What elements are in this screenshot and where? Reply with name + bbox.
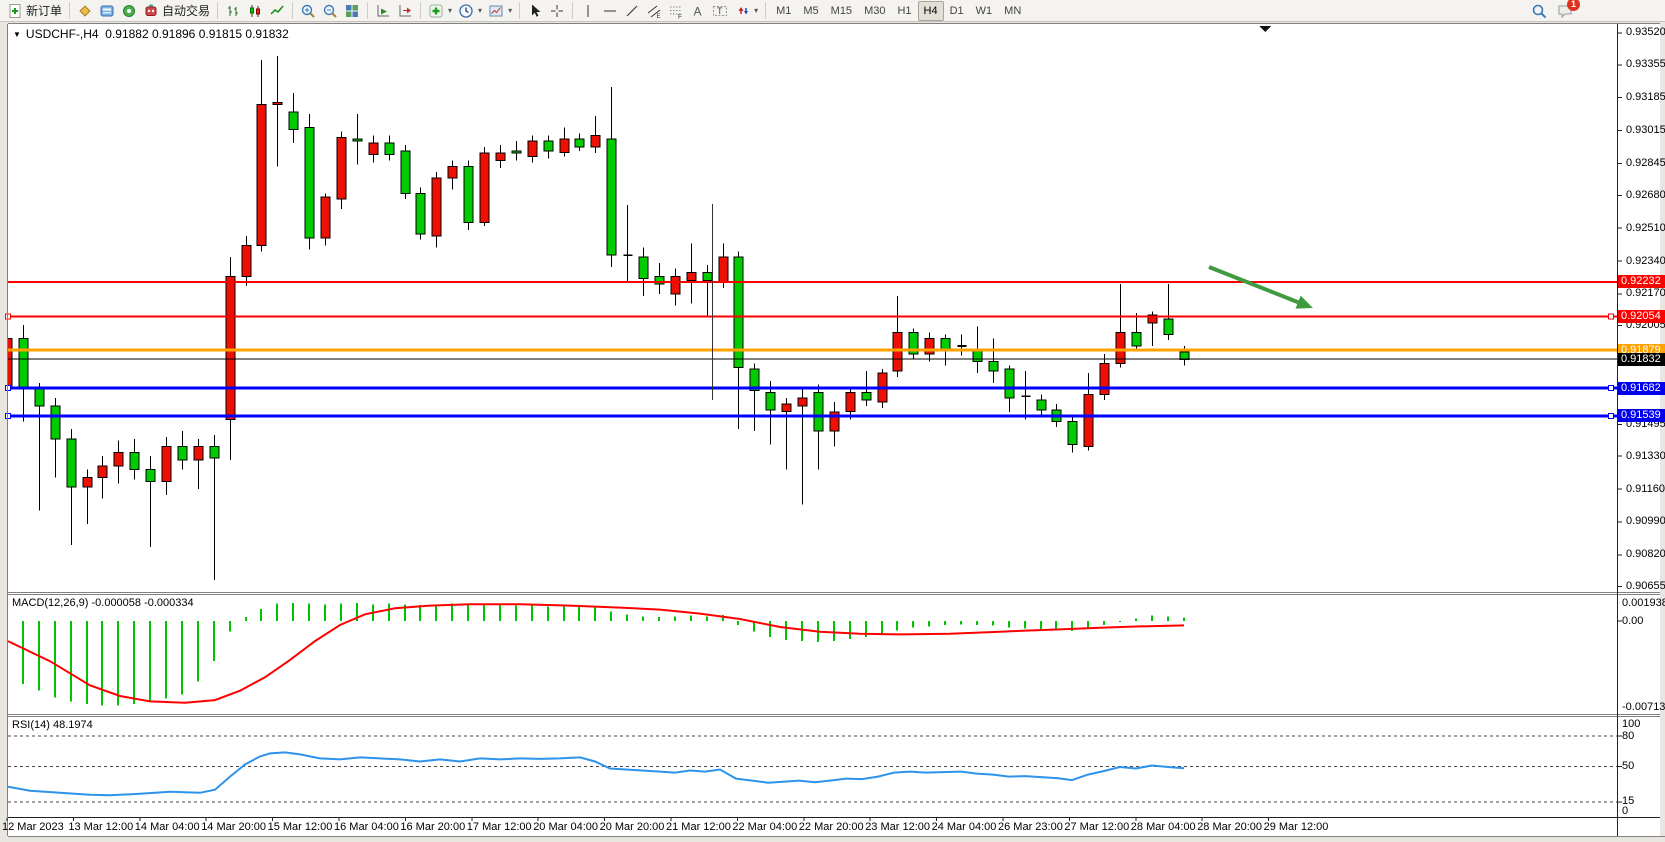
- time-axis-label: 26 Mar 23:00: [998, 821, 1063, 833]
- level-price-badge: 0.92054: [1618, 310, 1665, 323]
- time-axis-label: 24 Mar 04:00: [932, 821, 997, 833]
- chart-title: ▼ USDCHF-,H4 0.91882 0.91896 0.91815 0.91…: [13, 27, 289, 41]
- time-axis-label: 22 Mar 04:00: [732, 821, 797, 833]
- time-axis-label: 14 Mar 20:00: [201, 821, 266, 833]
- time-axis-label: 22 Mar 20:00: [799, 821, 864, 833]
- time-axis-label: 20 Mar 20:00: [600, 821, 665, 833]
- mt4-window: 新订单 自动交易: [0, 0, 1665, 842]
- current-price-badge: 0.91832: [1618, 353, 1665, 366]
- chart-symbol-period: USDCHF-,H4: [26, 27, 99, 41]
- time-axis-label: 28 Mar 04:00: [1131, 821, 1196, 833]
- time-axis-label: 27 Mar 12:00: [1064, 821, 1129, 833]
- price-tick-label: 0.91160: [1626, 483, 1665, 496]
- macd-indicator-label: MACD(12,26,9) -0.000058 -0.000334: [12, 597, 194, 609]
- time-axis-label: 14 Mar 04:00: [135, 821, 200, 833]
- time-axis-label: 17 Mar 12:00: [467, 821, 532, 833]
- time-axis-label: 16 Mar 20:00: [400, 821, 465, 833]
- price-tick-label: 0.92845: [1626, 157, 1665, 170]
- level-price-badge: 0.91682: [1618, 382, 1665, 395]
- price-tick-label: 0.93355: [1626, 58, 1665, 71]
- rsi-axis-label: 80: [1622, 730, 1634, 743]
- chevron-down-icon: ▼: [13, 30, 21, 39]
- time-axis-label: 28 Mar 20:00: [1197, 821, 1262, 833]
- macd-axis-label: 0.00: [1622, 615, 1643, 628]
- time-axis-label: 21 Mar 12:00: [666, 821, 731, 833]
- macd-axis-label: 0.001938: [1622, 597, 1665, 610]
- time-axis-label: 23 Mar 12:00: [865, 821, 930, 833]
- price-tick-label: 0.93015: [1626, 124, 1665, 137]
- price-tick-label: 0.93185: [1626, 91, 1665, 104]
- level-price-badge: 0.92232: [1618, 275, 1665, 288]
- level-price-badge: 0.91539: [1618, 409, 1665, 422]
- time-axis-label: 29 Mar 12:00: [1264, 821, 1329, 833]
- price-tick-label: 0.90820: [1626, 548, 1665, 561]
- price-tick-label: 0.90990: [1626, 515, 1665, 528]
- price-tick-label: 0.90655: [1626, 580, 1665, 593]
- price-tick-label: 0.91330: [1626, 450, 1665, 463]
- rsi-axis-label: 0: [1622, 805, 1628, 818]
- time-axis-label: 15 Mar 12:00: [268, 821, 333, 833]
- rsi-indicator-label: RSI(14) 48.1974: [12, 719, 93, 731]
- rsi-axis-label: 50: [1622, 760, 1634, 773]
- price-tick-label: 0.92340: [1626, 255, 1665, 268]
- price-tick-label: 0.92680: [1626, 189, 1665, 202]
- chart-ohlc-quote: 0.91882 0.91896 0.91815 0.91832: [105, 27, 289, 41]
- price-chart[interactable]: [0, 0, 1665, 842]
- time-axis-label: 13 Mar 12:00: [68, 821, 133, 833]
- price-tick-label: 0.93520: [1626, 26, 1665, 39]
- price-tick-label: 0.92170: [1626, 287, 1665, 300]
- price-tick-label: 0.92510: [1626, 222, 1665, 235]
- macd-axis-label: -0.007132: [1622, 701, 1665, 714]
- time-axis-label: 12 Mar 2023: [2, 821, 64, 833]
- time-axis-label: 20 Mar 04:00: [533, 821, 598, 833]
- time-axis-label: 16 Mar 04:00: [334, 821, 399, 833]
